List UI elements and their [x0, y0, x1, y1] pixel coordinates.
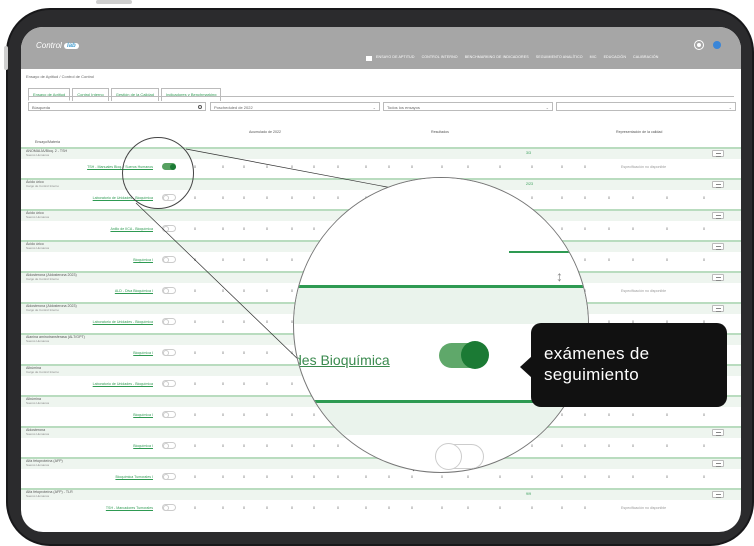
magnifier-link-bioquimica[interactable]: des Bioquímica [294, 352, 390, 368]
magnifier-value: 3 [550, 450, 559, 467]
tablet-button-side [4, 46, 8, 70]
tooltip-line-2: seguimiento [544, 365, 639, 384]
magnifier-toggle-off[interactable] [435, 443, 484, 470]
tablet-button-top [96, 0, 132, 4]
tooltip: exámenes de seguimiento [531, 323, 727, 407]
magnifier-link-quimica[interactable]: quimica [324, 454, 372, 470]
magnifier-toggle-on[interactable] [439, 341, 489, 369]
tooltip-line-1: exámenes de [544, 344, 650, 363]
